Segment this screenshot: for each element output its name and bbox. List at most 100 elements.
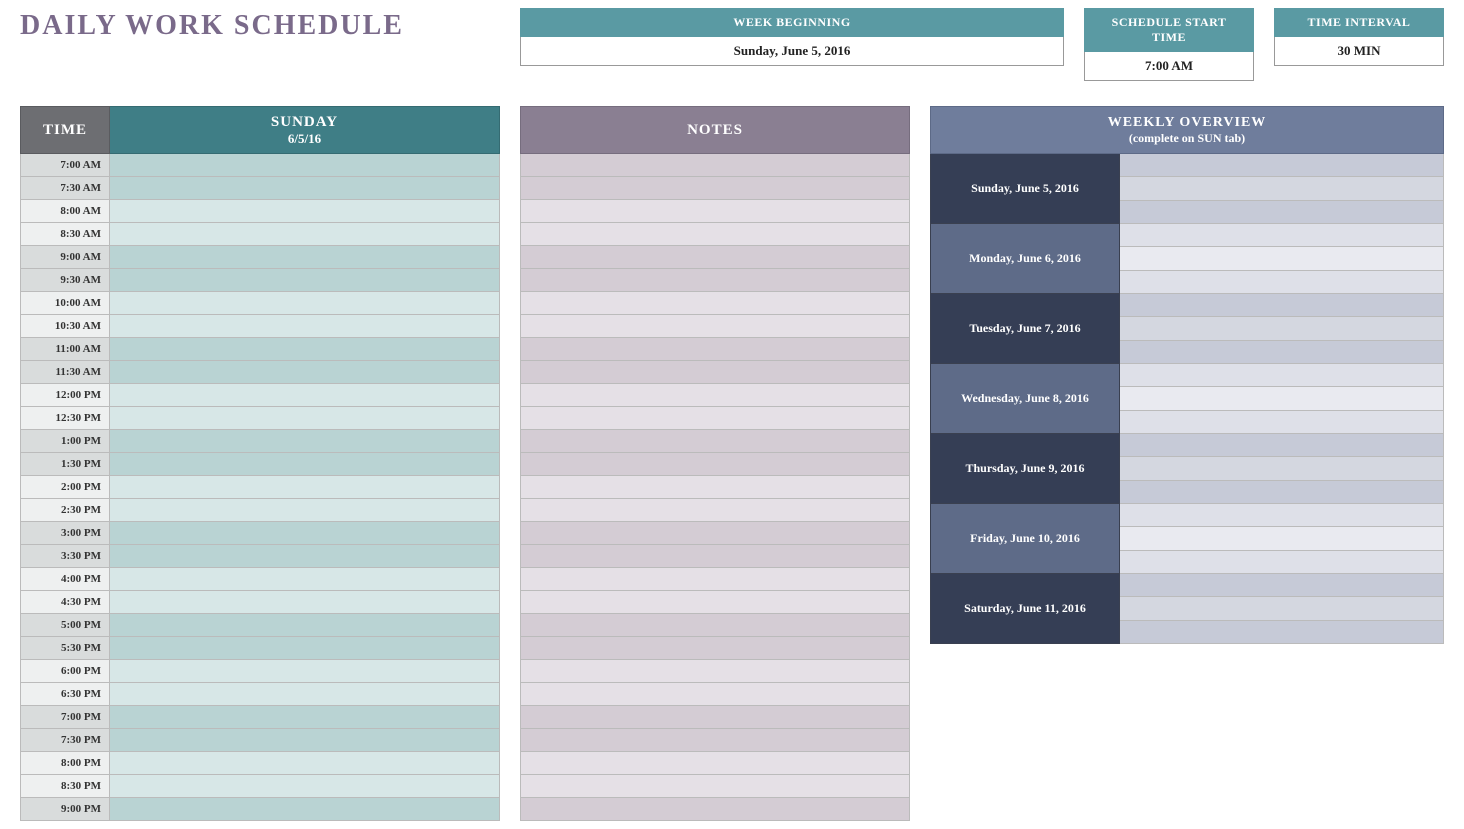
schedule-cell[interactable]	[110, 706, 500, 729]
interval-value[interactable]: 30 MIN	[1274, 37, 1444, 66]
schedule-cell[interactable]	[110, 154, 500, 177]
notes-column: NOTES	[520, 106, 910, 821]
overview-cell[interactable]	[1120, 154, 1444, 177]
schedule-cell[interactable]	[110, 384, 500, 407]
schedule-column: TIME SUNDAY 6/5/16 7:00 AM7:30 AM8:00 AM…	[20, 106, 500, 821]
schedule-cell[interactable]	[110, 407, 500, 430]
notes-cell[interactable]	[520, 637, 910, 660]
overview-cell[interactable]	[1120, 247, 1444, 270]
overview-cell[interactable]	[1120, 341, 1444, 364]
schedule-cell[interactable]	[110, 752, 500, 775]
notes-cell[interactable]	[520, 568, 910, 591]
schedule-cell[interactable]	[110, 476, 500, 499]
overview-day-label: Saturday, June 11, 2016	[930, 574, 1120, 644]
schedule-row: 9:30 AM	[20, 269, 500, 292]
schedule-cell[interactable]	[110, 522, 500, 545]
notes-cell[interactable]	[520, 591, 910, 614]
week-beginning-box: WEEK BEGINNING Sunday, June 5, 2016	[520, 8, 1064, 81]
overview-cell[interactable]	[1120, 177, 1444, 200]
overview-cell[interactable]	[1120, 504, 1444, 527]
notes-cell[interactable]	[520, 269, 910, 292]
schedule-row: 6:30 PM	[20, 683, 500, 706]
notes-cell[interactable]	[520, 683, 910, 706]
notes-cell[interactable]	[520, 430, 910, 453]
schedule-cell[interactable]	[110, 246, 500, 269]
schedule-cell[interactable]	[110, 545, 500, 568]
schedule-cell[interactable]	[110, 660, 500, 683]
notes-cell[interactable]	[520, 660, 910, 683]
time-cell: 3:30 PM	[20, 545, 110, 568]
overview-cell[interactable]	[1120, 481, 1444, 504]
schedule-cell[interactable]	[110, 200, 500, 223]
schedule-cell[interactable]	[110, 430, 500, 453]
notes-cell[interactable]	[520, 223, 910, 246]
schedule-cell[interactable]	[110, 614, 500, 637]
schedule-cell[interactable]	[110, 683, 500, 706]
time-cell: 11:30 AM	[20, 361, 110, 384]
notes-cell[interactable]	[520, 752, 910, 775]
overview-cell[interactable]	[1120, 551, 1444, 574]
schedule-cell[interactable]	[110, 269, 500, 292]
overview-day-body	[1120, 224, 1444, 294]
notes-cell[interactable]	[520, 522, 910, 545]
notes-cell[interactable]	[520, 545, 910, 568]
schedule-cell[interactable]	[110, 453, 500, 476]
overview-cell[interactable]	[1120, 364, 1444, 387]
overview-cell[interactable]	[1120, 411, 1444, 434]
notes-cell[interactable]	[520, 499, 910, 522]
notes-cell[interactable]	[520, 798, 910, 821]
notes-cell[interactable]	[520, 729, 910, 752]
schedule-cell[interactable]	[110, 223, 500, 246]
overview-row: Thursday, June 9, 2016	[930, 434, 1444, 504]
start-time-value[interactable]: 7:00 AM	[1084, 52, 1254, 81]
overview-cell[interactable]	[1120, 317, 1444, 340]
notes-cell[interactable]	[520, 407, 910, 430]
notes-cell[interactable]	[520, 246, 910, 269]
notes-cell[interactable]	[520, 154, 910, 177]
schedule-cell[interactable]	[110, 361, 500, 384]
overview-cell[interactable]	[1120, 387, 1444, 410]
notes-cell[interactable]	[520, 476, 910, 499]
notes-cell[interactable]	[520, 338, 910, 361]
overview-row: Wednesday, June 8, 2016	[930, 364, 1444, 434]
schedule-cell[interactable]	[110, 499, 500, 522]
schedule-cell[interactable]	[110, 775, 500, 798]
overview-cell[interactable]	[1120, 224, 1444, 247]
schedule-cell[interactable]	[110, 798, 500, 821]
notes-cell[interactable]	[520, 384, 910, 407]
overview-cell[interactable]	[1120, 294, 1444, 317]
schedule-cell[interactable]	[110, 591, 500, 614]
schedule-cell[interactable]	[110, 177, 500, 200]
schedule-cell[interactable]	[110, 292, 500, 315]
notes-cell[interactable]	[520, 706, 910, 729]
schedule-cell[interactable]	[110, 637, 500, 660]
schedule-row: 3:00 PM	[20, 522, 500, 545]
notes-cell[interactable]	[520, 361, 910, 384]
overview-cell[interactable]	[1120, 434, 1444, 457]
overview-cell[interactable]	[1120, 201, 1444, 224]
overview-day-label: Monday, June 6, 2016	[930, 224, 1120, 294]
notes-cell[interactable]	[520, 177, 910, 200]
overview-cell[interactable]	[1120, 527, 1444, 550]
schedule-row: 4:00 PM	[20, 568, 500, 591]
schedule-row: 12:30 PM	[20, 407, 500, 430]
week-beginning-value[interactable]: Sunday, June 5, 2016	[520, 37, 1064, 66]
overview-cell[interactable]	[1120, 621, 1444, 644]
notes-cell[interactable]	[520, 614, 910, 637]
schedule-cell[interactable]	[110, 338, 500, 361]
notes-cell[interactable]	[520, 200, 910, 223]
overview-cell[interactable]	[1120, 457, 1444, 480]
schedule-cell[interactable]	[110, 729, 500, 752]
schedule-cell[interactable]	[110, 315, 500, 338]
overview-day-body	[1120, 574, 1444, 644]
overview-cell[interactable]	[1120, 574, 1444, 597]
overview-cell[interactable]	[1120, 271, 1444, 294]
notes-cell[interactable]	[520, 453, 910, 476]
notes-cell[interactable]	[520, 292, 910, 315]
notes-cell[interactable]	[520, 315, 910, 338]
schedule-cell[interactable]	[110, 568, 500, 591]
notes-cell[interactable]	[520, 775, 910, 798]
time-cell: 2:30 PM	[20, 499, 110, 522]
time-cell: 4:30 PM	[20, 591, 110, 614]
overview-cell[interactable]	[1120, 597, 1444, 620]
